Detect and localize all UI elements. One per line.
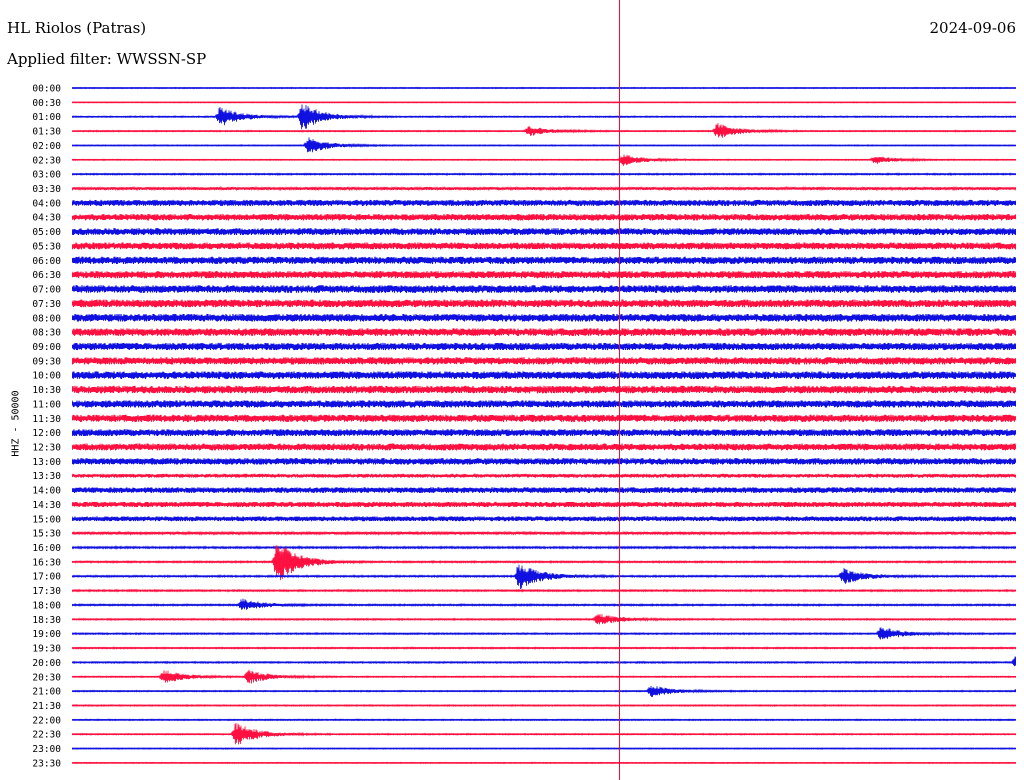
row-time-label: 17:00 bbox=[32, 572, 61, 583]
row-time-label: 00:30 bbox=[32, 98, 61, 109]
row-time-label: 14:30 bbox=[32, 500, 61, 511]
row-time-label: 08:00 bbox=[32, 313, 61, 324]
row-time-label: 15:30 bbox=[32, 529, 61, 540]
row-time-label: 18:30 bbox=[32, 615, 61, 626]
row-time-label: 05:30 bbox=[32, 241, 61, 252]
row-time-label: 16:00 bbox=[32, 543, 61, 554]
row-time-label: 23:00 bbox=[32, 744, 61, 755]
row-time-label: 11:30 bbox=[32, 414, 61, 425]
row-time-label: 01:00 bbox=[32, 112, 61, 123]
row-time-label: 03:00 bbox=[32, 170, 61, 181]
row-time-label: 20:30 bbox=[32, 672, 61, 683]
row-time-label: 18:00 bbox=[32, 600, 61, 611]
helicorder-plot: 00:00 00:30 01:00 01:30 02:00 02:30 03:00 03:30… bbox=[32, 0, 1016, 780]
row-time-label: 07:30 bbox=[32, 299, 61, 310]
row-time-label: 10:00 bbox=[32, 371, 61, 382]
row-time-label: 07:00 bbox=[32, 285, 61, 296]
row-time-label: 02:00 bbox=[32, 141, 61, 152]
row-time-label: 08:30 bbox=[32, 328, 61, 339]
row-time-label: 19:30 bbox=[32, 644, 61, 655]
row-time-label: 21:30 bbox=[32, 701, 61, 712]
row-time-label: 14:00 bbox=[32, 486, 61, 497]
row-time-label: 00:00 bbox=[32, 84, 61, 95]
row-time-label: 05:00 bbox=[32, 227, 61, 238]
row-time-label: 19:00 bbox=[32, 629, 61, 640]
row-time-label: 13:30 bbox=[32, 471, 61, 482]
row-time-label: 11:00 bbox=[32, 399, 61, 410]
row-time-label: 02:30 bbox=[32, 155, 61, 166]
row-time-label: 04:00 bbox=[32, 198, 61, 209]
row-time-label: 04:30 bbox=[32, 213, 61, 224]
row-time-label: 06:00 bbox=[32, 256, 61, 267]
row-time-label: 12:00 bbox=[32, 428, 61, 439]
row-time-label: 17:30 bbox=[32, 586, 61, 597]
row-time-label: 16:30 bbox=[32, 557, 61, 568]
row-time-label: 03:30 bbox=[32, 184, 61, 195]
row-time-label: 10:30 bbox=[32, 385, 61, 396]
row-time-label: 12:30 bbox=[32, 443, 61, 454]
row-time-label: 09:30 bbox=[32, 356, 61, 367]
row-time-label: 20:00 bbox=[32, 658, 61, 669]
row-time-label: 13:00 bbox=[32, 457, 61, 468]
row-time-label: 22:30 bbox=[32, 730, 61, 741]
row-time-label: 22:00 bbox=[32, 715, 61, 726]
row-time-label: 06:30 bbox=[32, 270, 61, 281]
row-time-label: 21:00 bbox=[32, 687, 61, 698]
row-time-label: 01:30 bbox=[32, 127, 61, 138]
row-time-label: 23:30 bbox=[32, 758, 61, 769]
row-time-label: 09:00 bbox=[32, 342, 61, 353]
row-time-label: 15:00 bbox=[32, 514, 61, 525]
